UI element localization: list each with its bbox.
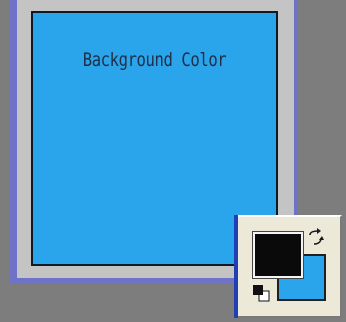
default-colors-icon[interactable] xyxy=(252,284,270,302)
canvas-label: Background Color xyxy=(82,49,227,71)
foreground-color-swatch[interactable] xyxy=(252,231,304,279)
swap-colors-icon[interactable] xyxy=(306,228,326,248)
panel-edge xyxy=(234,215,238,318)
